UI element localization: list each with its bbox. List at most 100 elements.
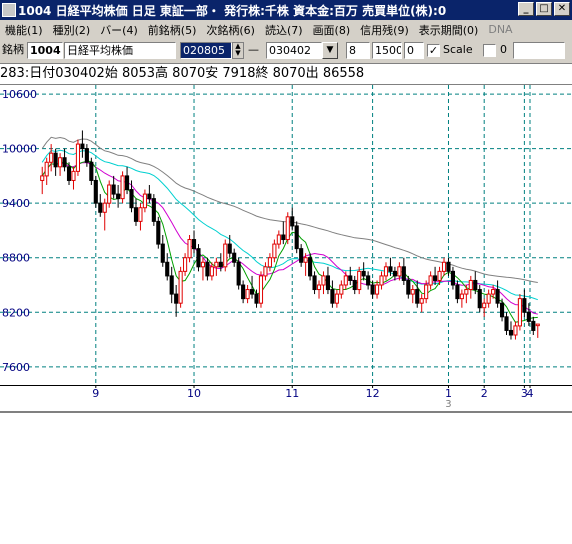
- candle-body: [165, 261, 170, 277]
- y-tick-label: 9400: [2, 197, 30, 210]
- candle-body: [98, 202, 103, 213]
- menu-item-0[interactable]: 機能(1): [0, 22, 48, 38]
- candle-body: [160, 243, 165, 263]
- x-tick-label: 9: [92, 387, 99, 400]
- candle-body: [334, 293, 339, 304]
- date-from-input[interactable]: 020805: [180, 42, 232, 59]
- menu-item-5[interactable]: 読込(7): [260, 22, 308, 38]
- candle-body: [294, 225, 299, 250]
- candle-body: [308, 257, 313, 277]
- candle-body: [401, 266, 406, 281]
- date-range-dash: —: [248, 43, 259, 56]
- menu-item-3[interactable]: 前銘柄(5): [143, 22, 202, 38]
- candle-body: [120, 175, 125, 200]
- chevron-down-icon: ▼: [326, 45, 334, 55]
- menu-item-7[interactable]: 信用残(9): [355, 22, 414, 38]
- quote-info-bar: 283:日付030402始 8053高 8070安 7918終 8070出 86…: [0, 63, 572, 85]
- candle-body: [531, 320, 536, 331]
- x-tick-label: 11: [285, 387, 299, 400]
- candle-body: [102, 202, 107, 213]
- candle-body: [406, 279, 411, 295]
- candle-body: [236, 261, 241, 286]
- candle-body: [107, 184, 112, 204]
- candle-body: [477, 289, 482, 309]
- field-d-label: 0: [500, 43, 507, 56]
- candle-body: [80, 143, 85, 150]
- title-bar: 1004 日経平均株価 日足 東証一部・ 発行株:千株 資本金:百万 売買単位(…: [0, 0, 572, 20]
- candle-body: [330, 289, 335, 304]
- candle-body: [71, 170, 76, 181]
- candle-body: [245, 289, 250, 300]
- candle-body: [89, 161, 94, 181]
- candle-body: [58, 157, 63, 168]
- toolbar: 銘柄 1004 日経平均株価 020805 ▲ ▼ — 030402 ▼ 8 15…: [0, 39, 572, 63]
- window-title: 1004 日経平均株価 日足 東証一部・ 発行株:千株 資本金:百万 売買単位(…: [18, 3, 447, 18]
- candle-body: [40, 175, 45, 181]
- quote-info-text: 283:日付030402始 8053高 8070安 7918終 8070出 86…: [0, 66, 365, 81]
- menu-item-4[interactable]: 次銘柄(6): [201, 22, 260, 38]
- x-year-label: 3: [445, 399, 451, 409]
- candle-body: [517, 298, 522, 327]
- candle-body: [209, 266, 214, 277]
- candlestick-chart[interactable]: 10600 10000 9400 8800 8200 7600: [0, 85, 572, 385]
- candle-body: [348, 275, 353, 281]
- name-input[interactable]: 日経平均株価: [64, 42, 176, 59]
- app-icon[interactable]: [2, 3, 16, 17]
- field-a-input[interactable]: 8: [346, 42, 370, 59]
- candle-body: [111, 184, 116, 195]
- candle-body: [473, 279, 478, 291]
- field-c-input[interactable]: 0: [404, 42, 424, 59]
- candle-body: [174, 293, 179, 304]
- y-tick-label: 8200: [2, 306, 30, 319]
- window-controls: _ □ ✕: [518, 2, 570, 16]
- candle-body: [535, 323, 540, 327]
- candle-body: [366, 275, 371, 286]
- date-to-dropdown[interactable]: ▼: [322, 42, 338, 59]
- code-input[interactable]: 1004: [27, 42, 63, 59]
- candle-body: [254, 293, 259, 304]
- candle-body: [383, 266, 389, 277]
- candle-body: [504, 316, 509, 331]
- minimize-button[interactable]: _: [518, 2, 534, 16]
- candle-body: [325, 275, 331, 291]
- candle-body: [178, 270, 183, 304]
- candle-body: [263, 266, 268, 277]
- candle-body: [183, 257, 188, 272]
- maximize-button[interactable]: □: [536, 2, 552, 16]
- scale-checkbox[interactable]: ✓: [427, 44, 440, 57]
- candle-body: [482, 302, 487, 309]
- candle-body: [53, 152, 58, 168]
- candle-body: [281, 234, 286, 241]
- candle-body: [49, 152, 54, 163]
- candle-body: [419, 298, 424, 304]
- candle-body: [316, 284, 322, 291]
- menu-item-6[interactable]: 画面(8): [308, 22, 356, 38]
- candle-body: [468, 279, 473, 291]
- candle-body: [415, 289, 420, 304]
- candle-body: [290, 216, 295, 227]
- field-d-checkbox[interactable]: [483, 44, 496, 57]
- menu-item-9[interactable]: DNA: [483, 23, 517, 36]
- close-button[interactable]: ✕: [554, 2, 570, 16]
- candle-body: [147, 193, 152, 200]
- candle-body: [133, 207, 139, 222]
- candle-body: [321, 275, 326, 286]
- candle-body: [450, 270, 456, 286]
- candle-body: [392, 270, 397, 277]
- field-b-input[interactable]: 1500: [372, 42, 402, 59]
- candle-body: [205, 261, 210, 277]
- candle-body: [227, 243, 232, 254]
- candle-body: [267, 257, 272, 268]
- candle-body: [66, 166, 72, 181]
- date-from-spinner[interactable]: ▲ ▼: [232, 42, 244, 59]
- candle-body: [200, 261, 206, 268]
- candle-body: [129, 189, 134, 209]
- date-to-input[interactable]: 030402: [266, 42, 322, 59]
- menu-item-2[interactable]: バー(4): [95, 22, 143, 38]
- candle-body: [446, 261, 451, 272]
- field-e-input[interactable]: [513, 42, 565, 59]
- x-tick-label: 10: [187, 387, 201, 400]
- menu-item-1[interactable]: 種別(2): [48, 22, 96, 38]
- menu-item-8[interactable]: 表示期間(0): [414, 22, 484, 38]
- ma-75-line: [41, 136, 538, 283]
